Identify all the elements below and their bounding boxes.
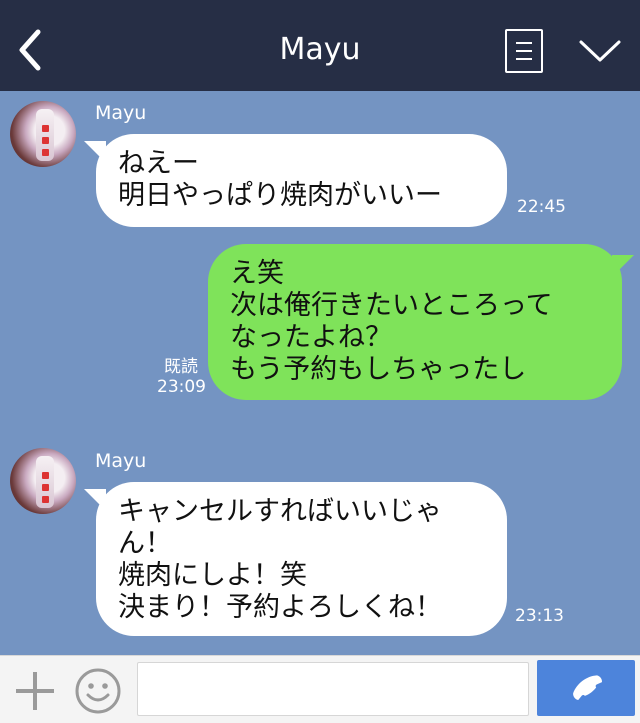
smiley-icon <box>75 668 121 714</box>
message-line: ねえー <box>118 148 199 179</box>
menu-button[interactable] <box>505 29 543 73</box>
message-line: 次は俺行きたいところって <box>230 290 553 321</box>
message-line: なったよね？ <box>230 322 392 353</box>
chat-header: Mayu <box>0 0 640 91</box>
message-line: キャンセルすればいいじゃ <box>118 496 442 527</box>
menu-list-icon <box>516 42 532 44</box>
chat-title: Mayu <box>279 32 361 67</box>
avatar[interactable] <box>10 101 76 167</box>
message-time: 23:09 <box>157 377 206 397</box>
message-list[interactable]: Mayu ねえー 明日やっぱり焼肉がいいー 22:45 え笑 次は俺行きたいとこ… <box>0 91 640 655</box>
phone-icon <box>573 675 602 701</box>
sender-name: Mayu <box>95 102 147 124</box>
message-line: 明日やっぱり焼肉がいいー <box>118 180 442 211</box>
message-bubble-incoming[interactable]: ねえー 明日やっぱり焼肉がいいー <box>96 134 507 227</box>
message-line: え笑 <box>230 258 284 289</box>
message-line: もう予約もしちゃったし <box>230 354 527 385</box>
chevron-down-icon <box>579 40 621 62</box>
sender-name: Mayu <box>95 450 147 472</box>
input-bar <box>0 655 640 723</box>
message-input[interactable] <box>137 662 529 716</box>
message-bubble-outgoing[interactable]: え笑 次は俺行きたいところって なったよね？ もう予約もしちゃったし <box>208 244 622 400</box>
message-bubble-incoming[interactable]: キャンセルすればいいじゃ ん！ 焼肉にしよ！笑 決まり！予約よろしくね！ <box>96 482 507 636</box>
message-line: 決まり！予約よろしくね！ <box>118 592 442 623</box>
collapse-button[interactable] <box>578 36 622 66</box>
message-line: 焼肉にしよ！笑 <box>118 560 307 591</box>
avatar[interactable] <box>10 448 76 514</box>
plus-icon[interactable] <box>14 670 56 712</box>
message-line: ん！ <box>118 528 172 559</box>
emoji-button[interactable] <box>74 667 122 715</box>
read-receipt: 既読 <box>164 357 198 377</box>
message-time: 23:13 <box>515 606 564 626</box>
call-button[interactable] <box>537 660 635 716</box>
message-time: 22:45 <box>517 197 566 217</box>
